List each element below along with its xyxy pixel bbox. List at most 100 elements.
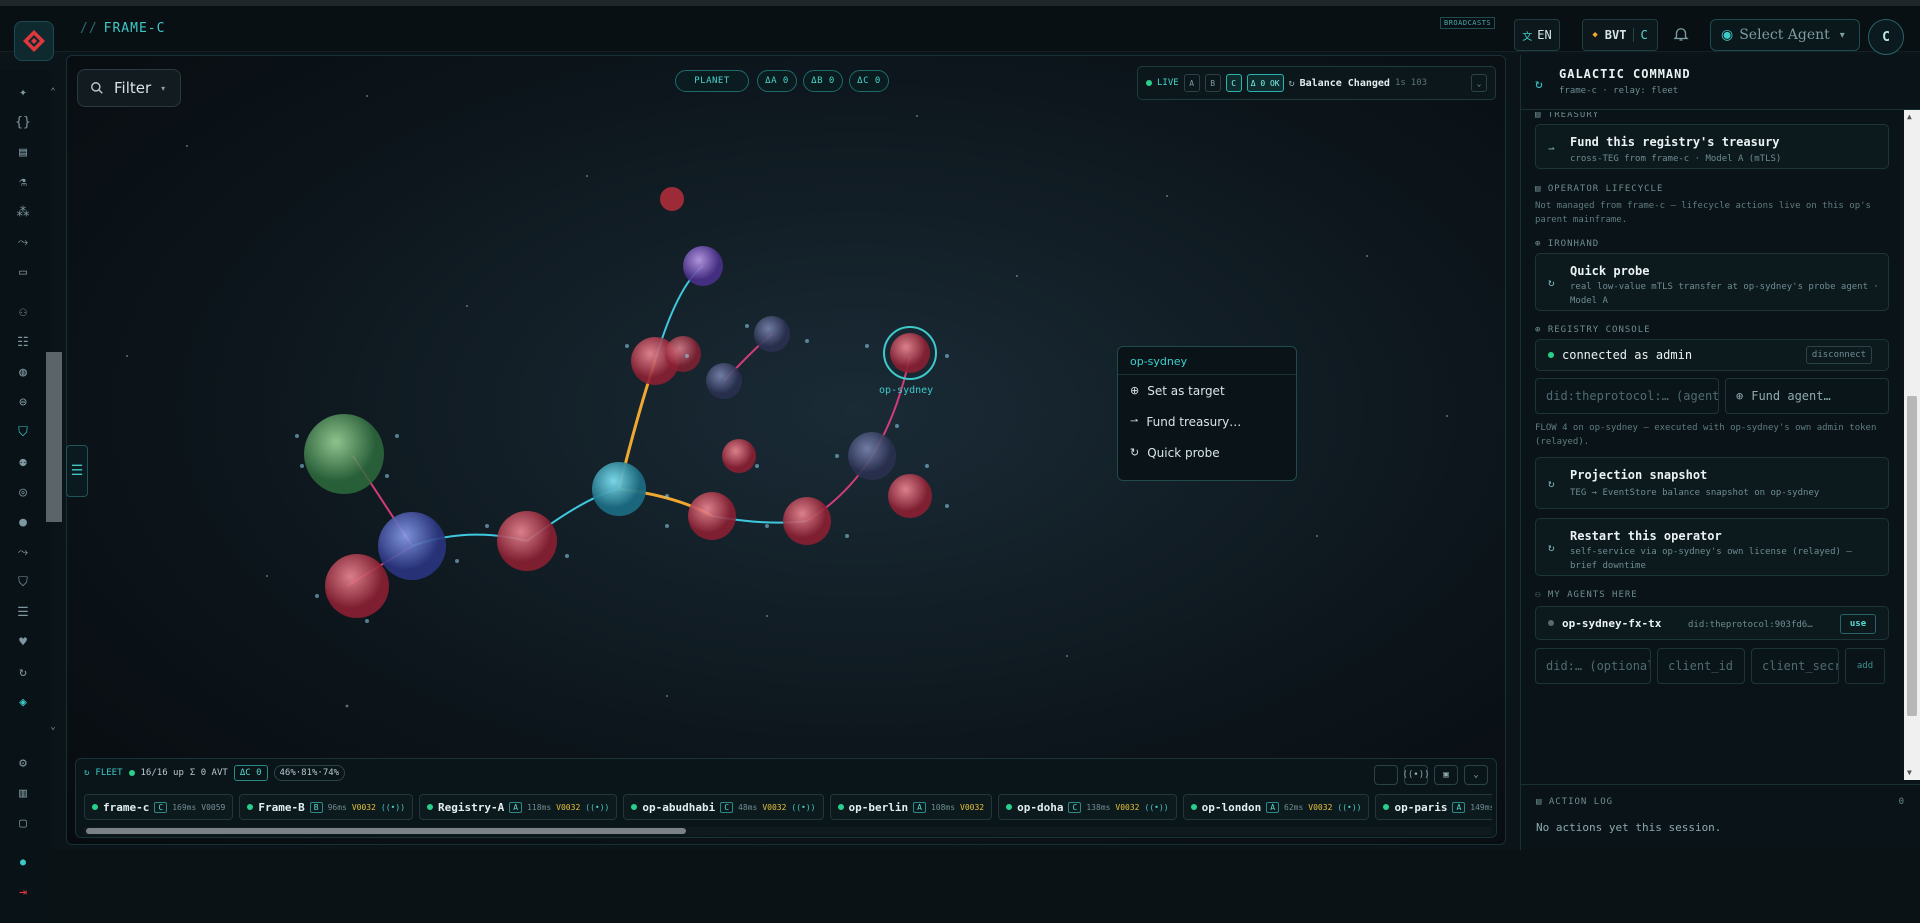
disconnect-button[interactable]: disconnect	[1806, 346, 1872, 364]
menu-item-fund-treasury[interactable]: ⇀ Fund treasury…	[1118, 406, 1296, 437]
fleet-node-op-paris[interactable]: op-parisA149msV0032((•))	[1375, 794, 1492, 820]
book-icon[interactable]: ▥	[12, 782, 34, 804]
fleet-node-op-berlin[interactable]: op-berlin A 108ms V0032	[829, 794, 993, 820]
projection-snapshot-card[interactable]: ↻ Projection snapshot TEG → EventStore b…	[1535, 457, 1889, 509]
globe-icon[interactable]: ◍	[12, 361, 34, 383]
settings-gear-icon[interactable]: ⚙	[12, 752, 34, 774]
node-planet-red-d[interactable]	[665, 336, 701, 372]
shield-icon[interactable]: ⛉	[12, 421, 34, 443]
grade-filter-a[interactable]: A	[1183, 74, 1200, 92]
app-logo[interactable]	[14, 21, 54, 61]
use-agent-button[interactable]: use	[1840, 614, 1876, 634]
chip-delta-c[interactable]: ΔC 0	[849, 70, 889, 92]
graph-nodes[interactable]	[304, 187, 937, 618]
menu-item-set-target[interactable]: ⊕ Set as target	[1118, 375, 1296, 406]
scrollbar-thumb[interactable]	[1907, 396, 1917, 716]
chip-delta-b[interactable]: ΔB 0	[803, 70, 843, 92]
route-alt-icon[interactable]: ⤳	[12, 541, 34, 563]
fleet-up: 16/16 up	[140, 768, 184, 778]
live-expand-button[interactable]: ⌄	[1471, 74, 1487, 92]
heartbeat-icon[interactable]: ♥	[12, 631, 34, 653]
scroll-down-arrow-icon[interactable]: ▼	[1907, 768, 1912, 777]
logout-icon[interactable]: ⇥	[12, 881, 34, 903]
fleet-node-registry-a[interactable]: Registry-A A 118ms V0032 ((•))	[419, 794, 618, 820]
scrollbar-thumb[interactable]	[86, 828, 686, 834]
route-icon[interactable]: ⤳	[12, 231, 34, 253]
fund-agent-button[interactable]: ⊕ Fund agent…	[1725, 378, 1889, 414]
broadcasts-badge[interactable]: BROADCASTS	[1440, 17, 1496, 29]
security-icon[interactable]: ⛉	[12, 571, 34, 593]
node-planet-red-a[interactable]	[325, 554, 389, 618]
fleet-horizontal-scrollbar[interactable]	[84, 827, 1492, 835]
server-icon[interactable]: ☰	[12, 601, 34, 623]
node-planet-slate-b[interactable]	[754, 316, 790, 352]
menu-item-quick-probe[interactable]: ↻ Quick probe	[1118, 437, 1296, 468]
add-agent-button[interactable]: add	[1845, 648, 1885, 684]
node-planet-blue[interactable]	[378, 512, 446, 580]
sparkle-icon[interactable]: ✦	[12, 81, 34, 103]
chip-delta-a[interactable]: ΔA 0	[757, 70, 797, 92]
fleet-node-frame-c[interactable]: frame-c C 169ms V0059	[84, 794, 234, 820]
galaxy-map[interactable]: op-sydney Filter ▾ PLANET ΔA 0 ΔB 0 ΔC 0…	[66, 55, 1506, 845]
agent-select-placeholder: Select Agent	[1739, 27, 1830, 43]
client-secret-input[interactable]: client_secr	[1751, 648, 1839, 684]
language-button[interactable]: ⽂ EN	[1514, 19, 1560, 51]
restart-operator-card[interactable]: ↻ Restart this operator self-service via…	[1535, 518, 1889, 576]
sidebar-scrollbar[interactable]	[46, 352, 62, 522]
document-icon[interactable]: ▤	[12, 141, 34, 163]
inbox-icon[interactable]: ▭	[12, 261, 34, 283]
agent-status-icon: ◉	[1721, 27, 1734, 43]
fleet-blank-button[interactable]	[1374, 765, 1398, 785]
agent-did-input[interactable]: did:theprotocol:… (agent on op-	[1535, 378, 1719, 414]
quick-probe-card[interactable]: ↻ Quick probe real low-value mTLS transf…	[1535, 253, 1889, 311]
fleet-node-frame-b[interactable]: Frame-B B 96ms V0032 ((•))	[239, 794, 414, 820]
fleet-collapse-icon[interactable]: ⌄	[1464, 765, 1488, 785]
fund-treasury-card[interactable]: ⇀ Fund this registry's treasury cross-TE…	[1535, 124, 1889, 169]
fleet-screen-icon[interactable]: ▣	[1434, 765, 1458, 785]
filter-button[interactable]: Filter ▾	[77, 69, 181, 107]
target-icon[interactable]: ◈	[12, 691, 34, 713]
user-avatar[interactable]: C	[1868, 19, 1904, 55]
client-id-input[interactable]: client_id	[1657, 648, 1745, 684]
add-user-icon[interactable]: ⚉	[12, 451, 34, 473]
agent-select[interactable]: ◉ Select Agent ▾	[1710, 19, 1860, 51]
node-planet-red-f[interactable]	[688, 492, 736, 540]
chevron-up-icon[interactable]: ⌃	[46, 81, 60, 103]
node-planet-purple[interactable]	[683, 246, 723, 286]
user-icon[interactable]: ●	[12, 511, 34, 533]
fleet-signal-icon[interactable]: ((•))	[1402, 765, 1430, 785]
panel-scrollbar[interactable]: ▲ ▼	[1904, 110, 1920, 780]
node-planet-red-g[interactable]	[783, 497, 831, 545]
add-agent-did-input[interactable]: did:… (optional)	[1535, 648, 1651, 684]
node-planet-red-b[interactable]	[497, 511, 557, 571]
team-icon[interactable]: ⚇	[12, 301, 34, 323]
network-icon[interactable]: ⁂	[12, 201, 34, 223]
node-planet-red-h[interactable]	[888, 474, 932, 518]
refresh-icon[interactable]: ↻	[12, 661, 34, 683]
grade-filter-b[interactable]: B	[1204, 74, 1221, 92]
fleet-node-op-doha[interactable]: op-doha C 138ms V0032 ((•))	[998, 794, 1177, 820]
bvt-button[interactable]: ◆ BVT C	[1582, 19, 1658, 51]
chat-icon[interactable]: ▢	[12, 812, 34, 834]
chip-planet[interactable]: PLANET	[675, 70, 749, 92]
node-planet-red-e[interactable]	[722, 439, 756, 473]
fleet-node-op-london[interactable]: op-london A 62ms V0032 ((•))	[1182, 794, 1370, 820]
node-planet-red-small[interactable]	[660, 187, 684, 211]
node-planet-op-sydney[interactable]	[890, 333, 930, 373]
code-braces-icon[interactable]: {}	[12, 111, 34, 133]
node-planet-cyan-hub[interactable]	[592, 462, 646, 516]
flask-icon[interactable]: ⚗	[12, 171, 34, 193]
users-icon[interactable]: ☷	[12, 331, 34, 353]
node-planet-slate-c[interactable]	[848, 432, 896, 480]
node-planet-slate-a[interactable]	[706, 363, 742, 399]
gamepad-icon[interactable]: ⊜	[12, 391, 34, 413]
broadcast-icon[interactable]: ◎	[12, 481, 34, 503]
panel-title: GALACTIC COMMAND	[1559, 67, 1691, 81]
chevron-down-icon[interactable]: ⌄	[46, 716, 60, 738]
node-planet-green[interactable]	[304, 414, 384, 494]
scroll-up-arrow-icon[interactable]: ▲	[1907, 112, 1912, 121]
fleet-node-op-abudhabi[interactable]: op-abudhabi C 48ms V0032 ((•))	[623, 794, 824, 820]
panel-toggle-button[interactable]: ☰	[66, 445, 88, 497]
grade-filter-c[interactable]: C	[1225, 74, 1242, 92]
notifications-bell-icon[interactable]	[1672, 25, 1690, 47]
